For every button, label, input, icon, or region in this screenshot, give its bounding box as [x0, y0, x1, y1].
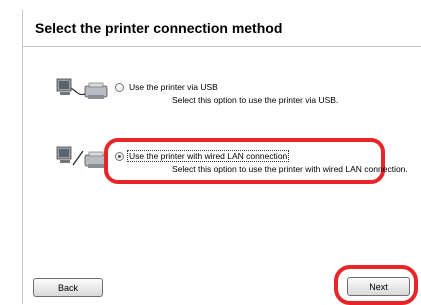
usb-printer-icon [56, 78, 108, 99]
next-button[interactable]: Next [347, 277, 410, 296]
installer-window: Select the printer connection method Use… [0, 0, 421, 305]
lan-option-label[interactable]: Use the printer with wired LAN connectio… [126, 150, 290, 162]
back-button[interactable]: Back [33, 278, 103, 297]
lan-option-radio[interactable] [115, 152, 124, 161]
usb-option-radio[interactable] [115, 83, 124, 92]
page-title: Select the printer connection method [35, 20, 283, 36]
usb-option-description: Select this option to use the printer vi… [172, 95, 339, 105]
lan-option-description: Select this option to use the printer wi… [172, 164, 408, 174]
lan-option-highlight [104, 138, 385, 184]
usb-option-label[interactable]: Use the printer via USB [129, 82, 218, 92]
title-divider [23, 46, 421, 47]
